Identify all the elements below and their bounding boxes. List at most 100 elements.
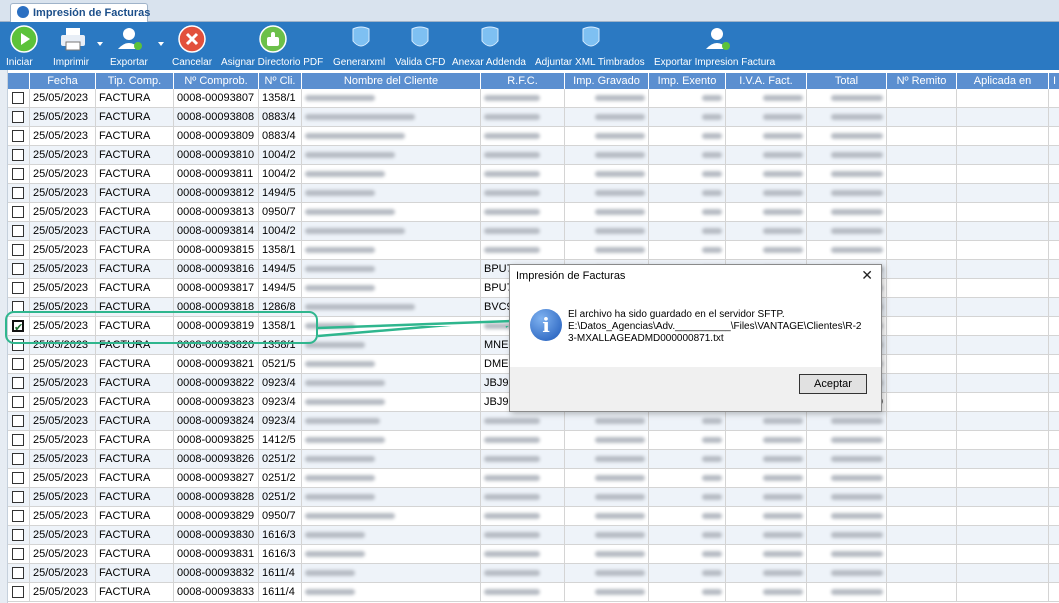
tab-impresion-facturas[interactable]: Impresión de Facturas xyxy=(10,3,150,22)
table-row[interactable]: 25/05/2023 FACTURA 0008-00093824 0923/4 xyxy=(8,412,1059,431)
row-checkbox[interactable] xyxy=(12,244,24,256)
row-checkbox[interactable] xyxy=(12,529,24,541)
table-row[interactable]: 25/05/2023 FACTURA 0008-00093812 1494/5 xyxy=(8,184,1059,203)
cell-fecha-text: 25/05/2023 xyxy=(33,263,89,275)
cell-comprob-text: 0008-00093810 xyxy=(177,149,255,161)
cell-aplicada xyxy=(957,374,1049,393)
exportar-chevron-down-icon[interactable] xyxy=(158,42,164,46)
cell-rfc xyxy=(481,203,565,222)
adjuntar-xml-timbrados-button[interactable]: Adjuntar XML Timbrados xyxy=(535,22,647,70)
row-checkbox[interactable] xyxy=(12,149,24,161)
cell-fecha-text: 25/05/2023 xyxy=(33,130,89,142)
redacted-value xyxy=(763,95,803,102)
cell-remito xyxy=(887,488,957,507)
table-row[interactable]: 25/05/2023 FACTURA 0008-00093826 0251/2 xyxy=(8,450,1059,469)
table-row[interactable]: 25/05/2023 FACTURA 0008-00093810 1004/2 xyxy=(8,146,1059,165)
table-row[interactable]: 25/05/2023 FACTURA 0008-00093833 1611/4 xyxy=(8,583,1059,602)
col-select[interactable] xyxy=(8,73,30,89)
table-row[interactable]: 25/05/2023 FACTURA 0008-00093807 1358/1 xyxy=(8,89,1059,108)
col-aplicada[interactable]: Aplicada en xyxy=(957,73,1049,89)
table-row[interactable]: 25/05/2023 FACTURA 0008-00093832 1611/4 xyxy=(8,564,1059,583)
table-row[interactable]: 25/05/2023 FACTURA 0008-00093811 1004/2 xyxy=(8,165,1059,184)
row-checkbox[interactable] xyxy=(12,453,24,465)
row-checkbox[interactable] xyxy=(12,415,24,427)
dialog-body: i El archivo ha sido guardado en el serv… xyxy=(510,287,881,367)
row-checkbox[interactable] xyxy=(12,206,24,218)
cell-total xyxy=(807,203,887,222)
col-comprob[interactable]: Nº Comprob. xyxy=(174,73,259,89)
row-checkbox[interactable] xyxy=(12,377,24,389)
iniciar-button[interactable]: Iniciar xyxy=(6,22,42,70)
row-checkbox[interactable] xyxy=(12,92,24,104)
row-checkbox[interactable] xyxy=(12,130,24,142)
cancelar-button[interactable]: Cancelar xyxy=(172,22,214,70)
close-icon[interactable]: ✕ xyxy=(861,268,873,282)
cell-fecha-text: 25/05/2023 xyxy=(33,358,89,370)
row-checkbox[interactable] xyxy=(12,472,24,484)
table-row[interactable]: 25/05/2023 FACTURA 0008-00093825 1412/5 xyxy=(8,431,1059,450)
imprimir-chevron-down-icon[interactable] xyxy=(97,42,103,46)
table-row[interactable]: 25/05/2023 FACTURA 0008-00093808 0883/4 xyxy=(8,108,1059,127)
col-gravado[interactable]: Imp. Gravado xyxy=(565,73,649,89)
col-exento[interactable]: Imp. Exento xyxy=(649,73,726,89)
cell-aplicada xyxy=(957,393,1049,412)
row-checkbox[interactable] xyxy=(12,434,24,446)
table-row[interactable]: 25/05/2023 FACTURA 0008-00093827 0251/2 xyxy=(8,469,1059,488)
row-checkbox[interactable] xyxy=(12,282,24,294)
cell-iva xyxy=(726,165,807,184)
table-row[interactable]: 25/05/2023 FACTURA 0008-00093813 0950/7 xyxy=(8,203,1059,222)
cell-nombre xyxy=(302,241,481,260)
cell-cli-text: 0923/4 xyxy=(262,377,296,389)
asignar-directorio-pdf-button[interactable]: Asignar Directorio PDF xyxy=(221,22,325,70)
row-checkbox[interactable] xyxy=(12,111,24,123)
row-checkbox[interactable] xyxy=(12,567,24,579)
imprimir-button[interactable]: Imprimir xyxy=(53,22,99,70)
col-rfc[interactable]: R.F.C. xyxy=(481,73,565,89)
cell-cli-text: 0923/4 xyxy=(262,396,296,408)
col-extra[interactable]: I xyxy=(1049,73,1059,89)
aceptar-button[interactable]: Aceptar xyxy=(799,374,867,394)
table-row[interactable]: 25/05/2023 FACTURA 0008-00093828 0251/2 xyxy=(8,488,1059,507)
cell-extra xyxy=(1049,146,1059,165)
cell-extra xyxy=(1049,317,1059,336)
table-row[interactable]: 25/05/2023 FACTURA 0008-00093809 0883/4 xyxy=(8,127,1059,146)
col-fecha[interactable]: Fecha xyxy=(30,73,96,89)
row-checkbox[interactable] xyxy=(12,225,24,237)
row-checkbox[interactable] xyxy=(12,396,24,408)
table-row[interactable]: 25/05/2023 FACTURA 0008-00093830 1616/3 xyxy=(8,526,1059,545)
exportar-button[interactable]: Exportar xyxy=(110,22,156,70)
table-row[interactable]: 25/05/2023 FACTURA 0008-00093829 0950/7 xyxy=(8,507,1059,526)
table-row[interactable]: 25/05/2023 FACTURA 0008-00093815 1358/1 xyxy=(8,241,1059,260)
cell-total xyxy=(807,222,887,241)
col-nombre[interactable]: Nombre del Cliente xyxy=(302,73,481,89)
col-iva[interactable]: I.V.A. Fact. xyxy=(726,73,807,89)
cell-nombre xyxy=(302,545,481,564)
row-checkbox[interactable] xyxy=(12,187,24,199)
row-checkbox[interactable] xyxy=(12,358,24,370)
cell-nombre xyxy=(302,203,481,222)
exportar-impresion-factura-button[interactable]: Exportar Impresion Factura xyxy=(654,22,784,70)
cell-gravado xyxy=(565,583,649,602)
cell-nombre xyxy=(302,127,481,146)
row-checkbox[interactable] xyxy=(12,168,24,180)
col-tipo[interactable]: Tip. Comp. xyxy=(96,73,174,89)
cell-remito xyxy=(887,507,957,526)
anexar-addenda-button[interactable]: Anexar Addenda xyxy=(452,22,528,70)
table-row[interactable]: 25/05/2023 FACTURA 0008-00093814 1004/2 xyxy=(8,222,1059,241)
valida-cfd-button[interactable]: Valida CFD xyxy=(395,22,445,70)
generarxml-button[interactable]: Generarxml xyxy=(333,22,389,70)
col-total[interactable]: Total xyxy=(807,73,887,89)
col-remito[interactable]: Nº Remito xyxy=(887,73,957,89)
row-checkbox[interactable] xyxy=(12,491,24,503)
app-icon xyxy=(17,6,29,18)
cell-rfc xyxy=(481,564,565,583)
cell-gravado xyxy=(565,184,649,203)
cell-remito xyxy=(887,374,957,393)
row-checkbox[interactable] xyxy=(12,586,24,598)
row-checkbox[interactable] xyxy=(12,548,24,560)
col-cliente-num[interactable]: Nº Cli. xyxy=(259,73,302,89)
row-checkbox[interactable] xyxy=(12,263,24,275)
row-checkbox[interactable] xyxy=(12,510,24,522)
cell-aplicada xyxy=(957,507,1049,526)
table-row[interactable]: 25/05/2023 FACTURA 0008-00093831 1616/3 xyxy=(8,545,1059,564)
